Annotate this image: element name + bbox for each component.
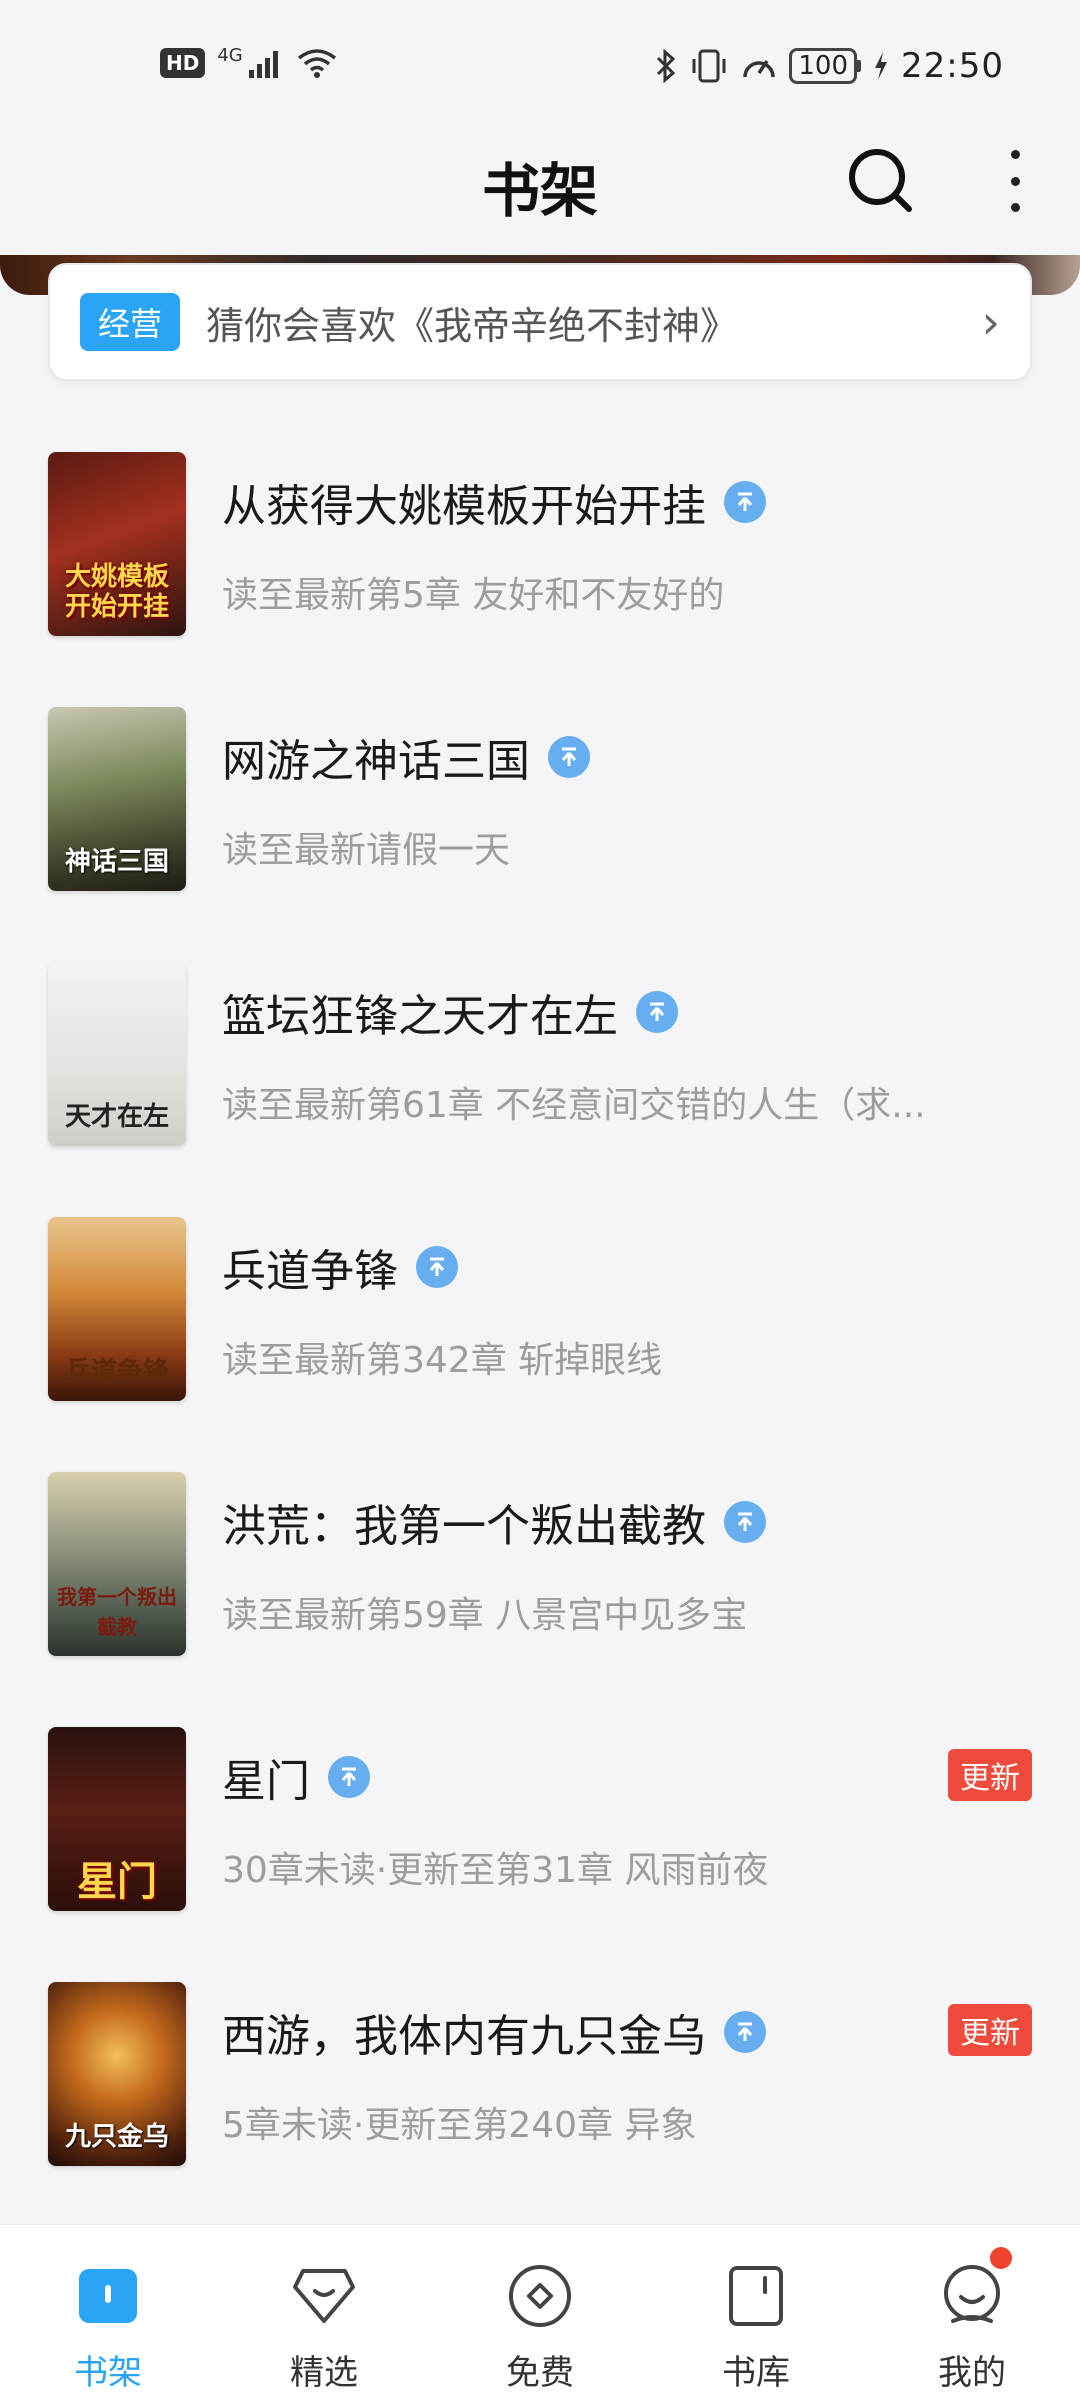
diamond-icon	[291, 2263, 357, 2329]
speed-icon	[743, 60, 776, 78]
bottom-nav: 书架 精选 免费 书库 我的	[0, 2224, 1080, 2400]
clock: 22:50	[901, 46, 1004, 86]
book-item[interactable]: 神话三国 网游之神话三国 读至最新请假一天	[0, 707, 1080, 897]
signal-icon	[248, 51, 278, 78]
book-title-row: 篮坛狂锋之天才在左	[222, 980, 678, 1044]
hd-badge: HD	[160, 48, 206, 78]
search-icon	[849, 149, 912, 212]
book-progress: 30章未读·更新至第31章 风雨前夜	[222, 1850, 769, 1891]
cover-title: 天才在左	[64, 1102, 169, 1132]
book-title: 洪荒：我第一个叛出截教	[222, 1501, 706, 1552]
nav-label: 精选	[290, 2353, 358, 2393]
update-badge: 更新	[948, 2004, 1032, 2056]
status-bar: HD 4G 100 22:50	[0, 0, 1080, 130]
book-item[interactable]: 我第一个叛出截教 洪荒：我第一个叛出截教 读至最新第59章 八景宫中见多宝	[0, 1472, 1080, 1662]
pin-top-icon[interactable]	[636, 991, 678, 1033]
book-title-row: 兵道争锋	[222, 1235, 458, 1299]
status-right: 100 22:50	[655, 46, 1004, 86]
battery-level: 100	[789, 48, 858, 84]
promo-tag: 经营	[80, 293, 181, 351]
book-title: 兵道争锋	[222, 1246, 398, 1297]
update-badge: 更新	[948, 1749, 1032, 1801]
cover-title: 我第一个叛出截教	[57, 1585, 177, 1639]
book-cover[interactable]: 大姚模板开始开挂	[48, 452, 186, 636]
nav-label: 我的	[938, 2353, 1006, 2393]
status-left: HD 4G	[160, 44, 337, 78]
free-icon	[507, 2263, 573, 2329]
notification-dot	[990, 2247, 1012, 2269]
book-cover[interactable]: 神话三国	[48, 707, 186, 891]
book-progress: 读至最新请假一天	[222, 830, 511, 871]
network-type: 4G	[217, 44, 243, 66]
nav-label: 免费	[506, 2353, 574, 2393]
pin-top-icon[interactable]	[724, 1501, 766, 1543]
pin-top-icon[interactable]	[548, 736, 590, 778]
pin-top-icon[interactable]	[328, 1756, 370, 1798]
pin-top-icon[interactable]	[724, 481, 766, 523]
bookshelf-icon	[75, 2263, 141, 2329]
book-progress: 读至最新第5章 友好和不友好的	[222, 575, 725, 616]
book-title: 网游之神话三国	[222, 736, 530, 787]
book-item[interactable]: 兵道争锋 兵道争锋 读至最新第342章 斩掉眼线	[0, 1217, 1080, 1407]
book-title: 西游，我体内有九只金乌	[222, 2011, 706, 2062]
pin-top-icon[interactable]	[724, 2011, 766, 2053]
more-dot-icon	[1010, 203, 1020, 212]
nav-label: 书架	[74, 2353, 142, 2393]
book-cover[interactable]: 我第一个叛出截教	[48, 1472, 186, 1656]
book-cover[interactable]: 天才在左	[48, 962, 186, 1146]
book-item[interactable]: 九只金乌 西游，我体内有九只金乌 更新 5章未读·更新至第240章 异象	[0, 1982, 1080, 2172]
nav-profile[interactable]: 我的	[864, 2225, 1080, 2400]
book-item[interactable]: 天才在左 篮坛狂锋之天才在左 读至最新第61章 不经意间交错的人生（求...	[0, 962, 1080, 1152]
book-title-row: 网游之神话三国	[222, 725, 590, 789]
battery-indicator: 100	[789, 48, 862, 84]
book-cover[interactable]: 兵道争锋	[48, 1217, 186, 1401]
chevron-right-icon: ›	[981, 295, 1000, 349]
bluetooth-icon	[657, 49, 676, 83]
more-dot-icon	[1010, 150, 1020, 159]
profile-icon	[939, 2263, 1005, 2329]
more-dot-icon	[1010, 176, 1020, 186]
vibrate-icon	[692, 49, 726, 83]
book-progress: 5章未读·更新至第240章 异象	[222, 2105, 697, 2146]
book-title-row: 洪荒：我第一个叛出截教	[222, 1490, 766, 1554]
charging-icon	[875, 52, 888, 80]
nav-featured[interactable]: 精选	[216, 2225, 432, 2400]
page-title: 书架	[481, 157, 598, 225]
book-title-row: 从获得大姚模板开始开挂	[222, 470, 766, 534]
wifi-icon	[297, 49, 336, 78]
battery-tip	[857, 60, 862, 72]
nav-label: 书库	[722, 2353, 790, 2393]
recommendation-banner[interactable]: 经营 猜你会喜欢《我帝辛绝不封神》 ›	[48, 263, 1032, 381]
nav-free[interactable]: 免费	[432, 2225, 648, 2400]
book-item[interactable]: 星门 星门 更新 30章未读·更新至第31章 风雨前夜	[0, 1727, 1080, 1917]
nav-bookshelf[interactable]: 书架	[0, 2225, 216, 2400]
book-progress: 读至最新第342章 斩掉眼线	[222, 1340, 663, 1381]
book-cover[interactable]: 九只金乌	[48, 1982, 186, 2166]
book-item[interactable]: 大姚模板开始开挂 从获得大姚模板开始开挂 读至最新第5章 友好和不友好的	[0, 452, 1080, 642]
book-progress: 读至最新第61章 不经意间交错的人生（求...	[222, 1085, 926, 1126]
cover-title: 神话三国	[64, 847, 169, 877]
search-button[interactable]	[845, 145, 915, 215]
book-title: 篮坛狂锋之天才在左	[222, 991, 618, 1042]
more-menu-button[interactable]	[995, 150, 1035, 212]
pin-top-icon[interactable]	[416, 1246, 458, 1288]
bookshelf-screen: HD 4G 100 22:50 书架 经营 猜你会喜欢《我帝辛绝不封神》 › 大…	[0, 0, 1080, 2400]
book-progress: 读至最新第59章 八景宫中见多宝	[222, 1595, 748, 1636]
cover-title: 兵道争锋	[64, 1357, 169, 1387]
cover-title: 星门	[77, 1858, 157, 1905]
book-cover[interactable]: 星门	[48, 1727, 186, 1911]
cover-title: 九只金乌	[64, 2122, 169, 2152]
library-icon	[723, 2263, 789, 2329]
book-title-row: 星门	[222, 1745, 370, 1809]
book-title: 星门	[222, 1756, 310, 1807]
book-title: 从获得大姚模板开始开挂	[222, 481, 706, 532]
promo-text: 猜你会喜欢《我帝辛绝不封神》	[206, 303, 739, 348]
nav-library[interactable]: 书库	[648, 2225, 864, 2400]
cover-title: 大姚模板开始开挂	[64, 562, 169, 622]
book-title-row: 西游，我体内有九只金乌	[222, 2000, 766, 2064]
